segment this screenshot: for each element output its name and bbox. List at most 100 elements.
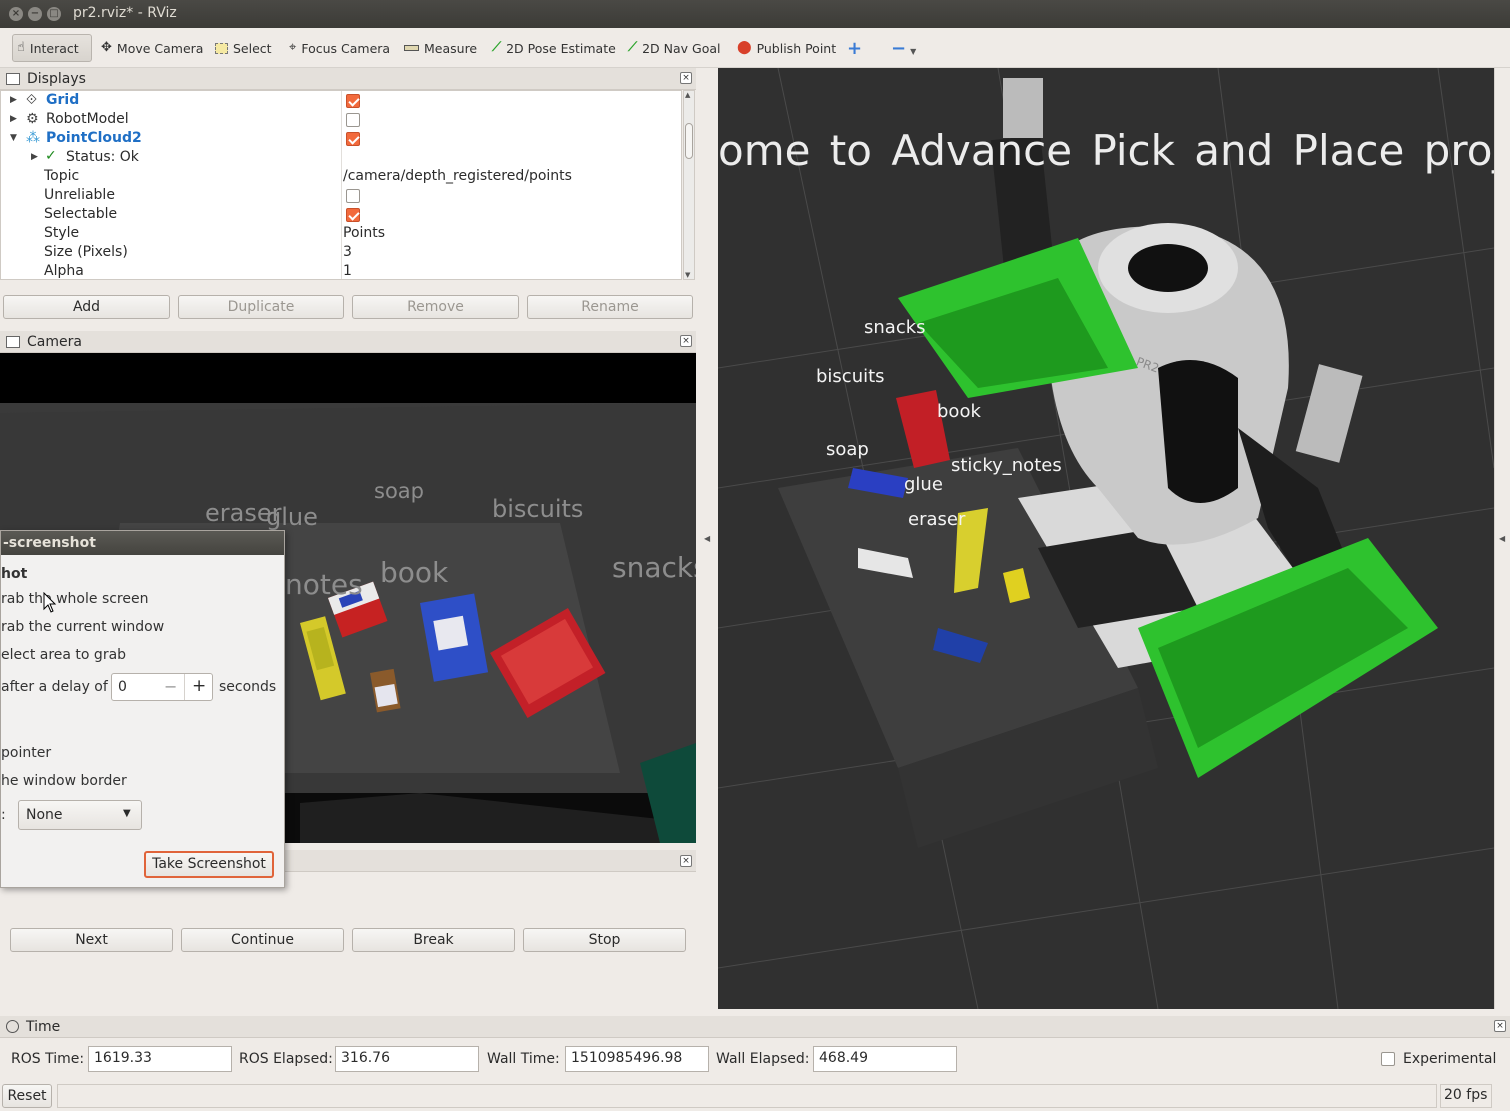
- increment-icon[interactable]: +: [192, 676, 206, 696]
- select-tool[interactable]: Select: [211, 34, 276, 62]
- title-bar: × − □ pr2.rviz* - RViz: [0, 0, 1510, 28]
- topic-value[interactable]: /camera/depth_registered/points: [343, 168, 572, 184]
- include-border-option[interactable]: he window border: [1, 773, 127, 789]
- close-icon[interactable]: ×: [680, 335, 692, 347]
- camera-label-book: book: [380, 556, 449, 589]
- interact-tool[interactable]: ☝ Interact: [12, 34, 92, 62]
- camera-icon: [6, 335, 20, 348]
- publish-point-tool[interactable]: ⬤ Publish Point: [733, 34, 840, 62]
- property-name: Alpha: [44, 263, 84, 279]
- next-button[interactable]: Next: [10, 928, 173, 952]
- splitter-right-arrow-icon[interactable]: ◀: [1499, 534, 1505, 543]
- expand-arrow-icon[interactable]: ▶: [10, 114, 17, 124]
- robot-icon: ⚙: [26, 111, 39, 127]
- move-camera-tool[interactable]: ✥ Move Camera: [97, 34, 207, 62]
- displays-scrollbar[interactable]: ▲ ▼: [683, 90, 695, 280]
- status-label: Status: Ok: [66, 149, 139, 165]
- move-camera-label: Move Camera: [116, 40, 204, 56]
- continue-button[interactable]: Continue: [181, 928, 344, 952]
- right-dock-handle[interactable]: ◀: [1494, 68, 1510, 1009]
- add-tool-button[interactable]: +: [843, 34, 866, 62]
- map-pin-icon: ⬤: [737, 40, 752, 55]
- rename-display-button[interactable]: Rename: [527, 295, 693, 319]
- status-message-area: [57, 1084, 1437, 1108]
- duplicate-display-button[interactable]: Duplicate: [178, 295, 344, 319]
- monitor-icon: [6, 72, 20, 85]
- effect-dropdown[interactable]: None ▼: [18, 800, 142, 830]
- window-title: pr2.rviz* - RViz: [73, 5, 177, 21]
- focus-camera-label: Focus Camera: [301, 40, 391, 56]
- pointcloud2-enabled-checkbox[interactable]: [346, 132, 360, 146]
- camera-label-biscuits: biscuits: [492, 495, 584, 523]
- minimize-window-icon[interactable]: −: [28, 7, 42, 21]
- ros-time-field[interactable]: 1619.33: [88, 1046, 232, 1072]
- focus-camera-tool[interactable]: ⌖ Focus Camera: [285, 34, 394, 62]
- close-icon[interactable]: ×: [680, 855, 692, 867]
- measure-tool[interactable]: Measure: [400, 34, 481, 62]
- pointcloud-icon: ⁂: [26, 130, 40, 146]
- chevron-down-icon: ▼: [123, 808, 131, 819]
- experimental-label: Experimental: [1403, 1051, 1497, 1067]
- property-name: Selectable: [44, 206, 118, 222]
- displays-tree: ▶ ⟐ Grid ▶ ⚙ RobotModel ▼ ⁂ PointCloud2 …: [0, 90, 682, 280]
- expand-arrow-icon[interactable]: ▶: [31, 152, 38, 162]
- object-label-soap: soap: [826, 439, 869, 460]
- focus-camera-icon: ⌖: [289, 40, 297, 55]
- include-pointer-option[interactable]: pointer: [1, 745, 51, 761]
- dialog-title-bar: -screenshot: [1, 531, 284, 555]
- selectable-checkbox[interactable]: [346, 208, 360, 222]
- status-bar: Reset 20 fps: [0, 1080, 1510, 1111]
- add-display-button[interactable]: Add: [3, 295, 170, 319]
- measure-label: Measure: [424, 40, 478, 56]
- scroll-down-icon[interactable]: ▼: [685, 271, 690, 279]
- effect-value: None: [26, 807, 63, 823]
- time-header: Time: [0, 1016, 1510, 1038]
- grab-current-window-option[interactable]: rab the current window: [1, 619, 164, 635]
- remove-tool-button[interactable]: − ▼: [887, 34, 920, 62]
- ros-elapsed-field[interactable]: 316.76: [335, 1046, 479, 1072]
- grid-enabled-checkbox[interactable]: [346, 94, 360, 108]
- wall-elapsed-label: Wall Elapsed:: [716, 1051, 810, 1067]
- style-value[interactable]: Points: [343, 225, 385, 241]
- unreliable-checkbox[interactable]: [346, 189, 360, 203]
- remove-display-button[interactable]: Remove: [352, 295, 519, 319]
- close-icon[interactable]: ×: [680, 72, 692, 84]
- mouse-cursor-icon: [43, 592, 57, 613]
- collapse-arrow-icon[interactable]: ▼: [10, 133, 17, 143]
- displays-panel: Displays × ▶ ⟐ Grid ▶ ⚙ RobotModel ▼ ⁂ P…: [0, 68, 696, 330]
- grab-whole-screen-option[interactable]: rab the whole screen: [1, 591, 148, 607]
- size-value[interactable]: 3: [343, 244, 352, 260]
- maximize-window-icon[interactable]: □: [47, 7, 61, 21]
- camera-label-soap: soap: [374, 479, 424, 503]
- scrollbar-thumb[interactable]: [685, 123, 693, 159]
- object-label-glue: glue: [904, 474, 943, 495]
- break-button[interactable]: Break: [352, 928, 515, 952]
- experimental-checkbox[interactable]: [1381, 1052, 1395, 1066]
- display-name-grid: Grid: [46, 92, 80, 108]
- stop-button[interactable]: Stop: [523, 928, 686, 952]
- publish-point-label: Publish Point: [756, 40, 837, 56]
- delay-spinbox[interactable]: 0 − +: [111, 673, 213, 701]
- delay-label: after a delay of: [1, 679, 108, 695]
- splitter-left-arrow-icon[interactable]: ◀: [704, 534, 710, 543]
- 2d-nav-goal-label: 2D Nav Goal: [642, 40, 721, 56]
- 2d-pose-estimate-tool[interactable]: ⟋ 2D Pose Estimate: [488, 34, 620, 62]
- expand-arrow-icon[interactable]: ▶: [10, 95, 17, 105]
- select-area-option[interactable]: elect area to grab: [1, 647, 126, 663]
- take-screenshot-button[interactable]: Take Screenshot: [144, 851, 274, 878]
- delay-value[interactable]: 0: [118, 679, 127, 695]
- camera-label-snacks: snacks: [612, 551, 696, 584]
- decrement-icon[interactable]: −: [164, 677, 177, 696]
- wall-time-field[interactable]: 1510985496.98: [565, 1046, 709, 1072]
- 2d-nav-goal-tool[interactable]: ⟋ 2D Nav Goal: [624, 34, 725, 62]
- scroll-up-icon[interactable]: ▲: [685, 91, 690, 99]
- close-icon[interactable]: ×: [1494, 1020, 1506, 1032]
- close-window-icon[interactable]: ×: [9, 7, 23, 21]
- reset-button[interactable]: Reset: [2, 1084, 52, 1108]
- robotmodel-enabled-checkbox[interactable]: [346, 113, 360, 127]
- select-label: Select: [233, 40, 272, 56]
- fps-indicator: 20 fps: [1440, 1084, 1492, 1108]
- wall-elapsed-field[interactable]: 468.49: [813, 1046, 957, 1072]
- alpha-value[interactable]: 1: [343, 263, 352, 279]
- 3d-view[interactable]: ome to Advance Pick and Place proje snac…: [718, 68, 1494, 1009]
